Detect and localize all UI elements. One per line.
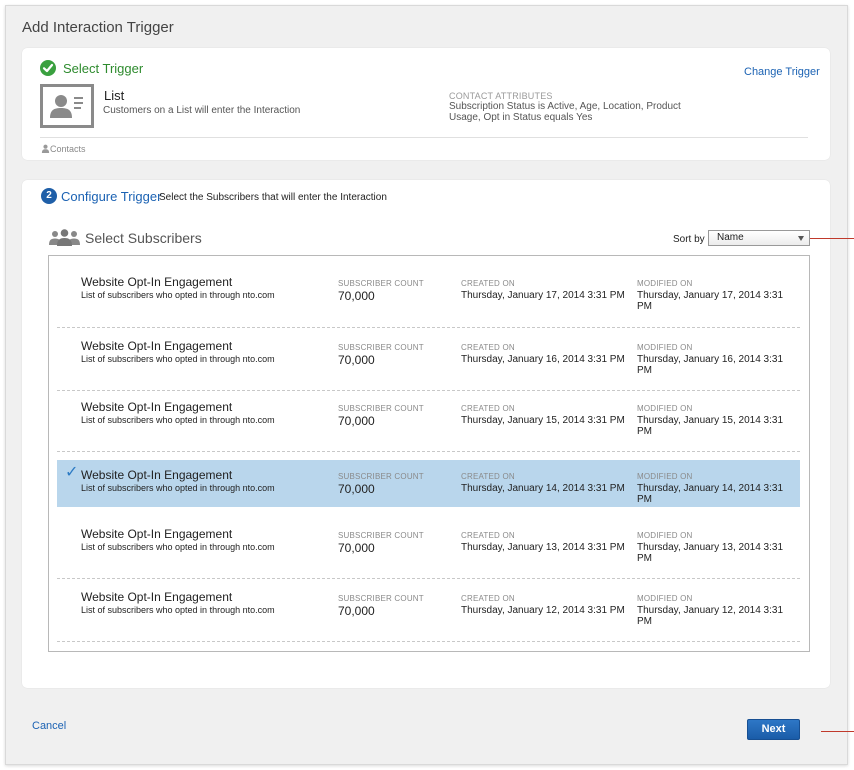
modified-on-value: Thursday, January 12, 2014 3:31 PM [637, 605, 784, 627]
subscriber-count-label: SUBSCRIBER COUNT [338, 279, 424, 288]
created-on-label: CREATED ON [461, 279, 515, 288]
checkmark-icon: ✓ [65, 464, 79, 481]
table-row[interactable]: Website Opt-In Engagement List of subscri… [57, 525, 800, 572]
created-on-label: CREATED ON [461, 404, 515, 413]
modified-on-label: MODIFIED ON [637, 531, 693, 540]
list-description: List of subscribers who opted in through… [81, 415, 275, 425]
contact-card-icon [40, 84, 94, 128]
list-name: Website Opt-In Engagement [81, 468, 233, 482]
created-on-value: Thursday, January 13, 2014 3:31 PM [461, 542, 625, 553]
table-row[interactable]: Website Opt-In Engagement List of subscri… [57, 398, 800, 445]
annotation-line [821, 731, 854, 732]
select-subscribers-heading: Select Subscribers [85, 230, 202, 246]
list-description: List of subscribers who opted in through… [81, 290, 275, 300]
list-description: List of subscribers who opted in through… [81, 605, 275, 615]
table-row[interactable]: ✓ Website Opt-In Engagement List of subscr… [57, 460, 800, 507]
subscriber-count-value: 70,000 [338, 482, 375, 496]
configure-trigger-title: Configure Trigger [61, 189, 162, 204]
trigger-description: Customers on a List will enter the Inter… [103, 105, 301, 116]
trigger-name: List [104, 88, 125, 103]
created-on-value: Thursday, January 17, 2014 3:31 PM [461, 290, 625, 301]
next-button[interactable]: Next [747, 719, 800, 740]
list-description: List of subscribers who opted in through… [81, 354, 275, 364]
created-on-value: Thursday, January 15, 2014 3:31 PM [461, 415, 625, 426]
modified-on-value: Thursday, January 16, 2014 3:31 PM [637, 354, 784, 376]
modified-on-value: Thursday, January 17, 2014 3:31 PM [637, 290, 784, 312]
table-row[interactable]: Website Opt-In Engagement List of subscri… [57, 273, 800, 320]
annotation-line [810, 238, 854, 239]
subscriber-count-label: SUBSCRIBER COUNT [338, 531, 424, 540]
created-on-label: CREATED ON [461, 472, 515, 481]
subscriber-count-value: 70,000 [338, 289, 375, 303]
list-name: Website Opt-In Engagement [81, 339, 233, 353]
contact-attributes-value: Subscription Status is Active, Age, Loca… [449, 101, 681, 123]
list-description: List of subscribers who opted in through… [81, 542, 275, 552]
person-icon [41, 144, 50, 153]
subscriber-count-value: 70,000 [338, 541, 375, 555]
change-trigger-link[interactable]: Change Trigger [744, 66, 820, 78]
sort-by-select[interactable]: Name [708, 230, 810, 246]
configure-trigger-description: Select the Subscribers that will enter t… [159, 192, 387, 203]
modified-on-label: MODIFIED ON [637, 594, 693, 603]
list-name: Website Opt-In Engagement [81, 590, 233, 604]
subscriber-count-label: SUBSCRIBER COUNT [338, 472, 424, 481]
sort-by-label: Sort by [673, 234, 705, 245]
contacts-text: Contacts [50, 144, 86, 154]
created-on-label: CREATED ON [461, 343, 515, 352]
list-name: Website Opt-In Engagement [81, 400, 233, 414]
table-row[interactable]: Website Opt-In Engagement List of subscri… [57, 337, 800, 384]
checkmark-icon [40, 60, 56, 76]
chevron-down-icon [798, 236, 804, 241]
subscriber-count-label: SUBSCRIBER COUNT [338, 343, 424, 352]
list-description: List of subscribers who opted in through… [81, 483, 275, 493]
created-on-value: Thursday, January 16, 2014 3:31 PM [461, 354, 625, 365]
modified-on-label: MODIFIED ON [637, 343, 693, 352]
subscriber-count-value: 70,000 [338, 353, 375, 367]
subscriber-count-label: SUBSCRIBER COUNT [338, 594, 424, 603]
modified-on-label: MODIFIED ON [637, 472, 693, 481]
step-number-badge: 2 [41, 188, 57, 204]
modified-on-value: Thursday, January 14, 2014 3:31 PM [637, 483, 784, 505]
cancel-button[interactable]: Cancel [32, 720, 66, 732]
table-row[interactable]: Website Opt-In Engagement List of subscri… [57, 588, 800, 635]
list-name: Website Opt-In Engagement [81, 275, 233, 289]
select-trigger-title: Select Trigger [63, 61, 144, 76]
subscriber-count-value: 70,000 [338, 414, 375, 428]
subscriber-count-label: SUBSCRIBER COUNT [338, 404, 424, 413]
modified-on-label: MODIFIED ON [637, 404, 693, 413]
created-on-value: Thursday, January 14, 2014 3:31 PM [461, 483, 625, 494]
contact-attributes-label: CONTACT ATTRIBUTES [449, 91, 553, 101]
list-name: Website Opt-In Engagement [81, 527, 233, 541]
divider [40, 137, 808, 138]
created-on-label: CREATED ON [461, 594, 515, 603]
subscriber-count-value: 70,000 [338, 604, 375, 618]
people-icon [49, 228, 81, 251]
created-on-value: Thursday, January 12, 2014 3:31 PM [461, 605, 625, 616]
modified-on-label: MODIFIED ON [637, 279, 693, 288]
created-on-label: CREATED ON [461, 531, 515, 540]
modified-on-value: Thursday, January 15, 2014 3:31 PM [637, 415, 784, 437]
modified-on-value: Thursday, January 13, 2014 3:31 PM [637, 542, 784, 564]
contacts-label: Contacts [41, 144, 86, 154]
sort-by-value: Name [717, 232, 744, 243]
dialog-title: Add Interaction Trigger [22, 19, 174, 36]
